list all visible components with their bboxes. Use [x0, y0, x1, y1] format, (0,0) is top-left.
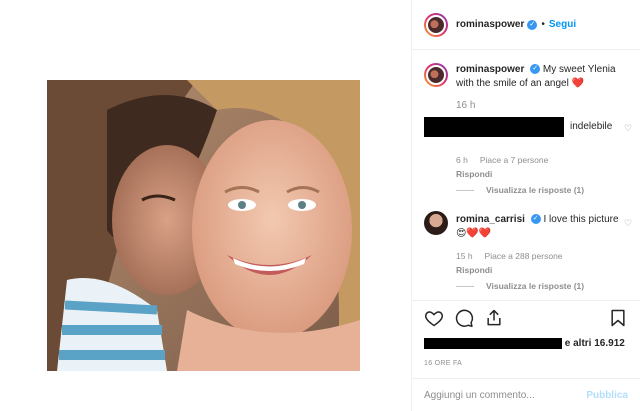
comment-input[interactable]: Aggiungi un commento... — [424, 390, 586, 401]
post-media — [0, 0, 412, 411]
comment-time[interactable]: 6 h — [456, 155, 468, 165]
heart-icon[interactable] — [424, 308, 444, 328]
comment-icon[interactable] — [454, 308, 474, 328]
post-time[interactable]: 16 ORE FA — [424, 360, 462, 367]
caption-time[interactable]: 16 h — [456, 99, 624, 113]
separator-dot: • — [541, 19, 545, 30]
post-sidebar: rominaspower ✓ • Segui rominaspower ✓ My… — [412, 0, 640, 411]
post-photo[interactable] — [47, 80, 360, 371]
likes-count: e altri 16.912 — [564, 338, 625, 350]
comment-form: Aggiungi un commento... Pubblica — [412, 378, 640, 411]
replies-line — [456, 285, 474, 287]
redacted-block — [424, 117, 564, 137]
post-header: rominaspower ✓ • Segui — [412, 0, 640, 50]
reply-button[interactable]: Rispondi — [456, 265, 492, 275]
small-heart-icon[interactable]: ♡ — [624, 123, 632, 134]
view-replies-label: Visualizza le risposte (1) — [486, 281, 585, 291]
share-icon[interactable] — [484, 308, 504, 328]
bookmark-icon[interactable] — [608, 308, 628, 328]
redacted-block — [424, 338, 562, 349]
follow-button[interactable]: Segui — [549, 19, 576, 30]
verified-badge-icon: ✓ — [527, 19, 538, 30]
view-replies-button[interactable]: Visualizza le risposte (1) — [456, 281, 584, 291]
comments-list[interactable]: rominaspower ✓ My sweet Ylenia with the … — [412, 51, 640, 301]
comment-likes[interactable]: Piace a 7 persone — [480, 155, 549, 165]
commenter-avatar[interactable] — [424, 211, 448, 235]
comment-text: I love this picture — [543, 214, 619, 225]
caption-username[interactable]: rominaspower — [456, 64, 524, 75]
comment-time[interactable]: 15 h — [456, 251, 473, 261]
comment-text: indelebile — [570, 121, 613, 132]
comment-emoji: 😍❤️❤️ — [456, 228, 492, 239]
verified-badge-icon: ✓ — [530, 214, 541, 225]
photo-image — [47, 80, 360, 371]
action-bar — [424, 308, 628, 332]
commenter-username[interactable]: romina_carrisi — [456, 214, 525, 225]
small-heart-icon[interactable]: ♡ — [624, 218, 632, 229]
view-replies-button[interactable]: Visualizza le risposte (1) — [456, 185, 584, 195]
replies-line — [456, 189, 474, 191]
likes-summary[interactable]: e altri 16.912 — [424, 338, 625, 349]
author-avatar[interactable] — [424, 12, 448, 37]
verified-badge-icon: ✓ — [530, 64, 541, 75]
author-username[interactable]: rominaspower — [456, 19, 524, 30]
reply-button[interactable]: Rispondi — [456, 169, 492, 179]
caption-avatar[interactable] — [424, 63, 448, 87]
divider — [412, 300, 640, 301]
comment-likes[interactable]: Piace a 288 persone — [485, 251, 563, 261]
post-caption: rominaspower ✓ My sweet Ylenia with the … — [424, 63, 624, 113]
view-replies-label: Visualizza le risposte (1) — [486, 185, 585, 195]
caption-emoji: ❤️ — [571, 78, 585, 89]
publish-button[interactable]: Pubblica — [586, 390, 628, 401]
